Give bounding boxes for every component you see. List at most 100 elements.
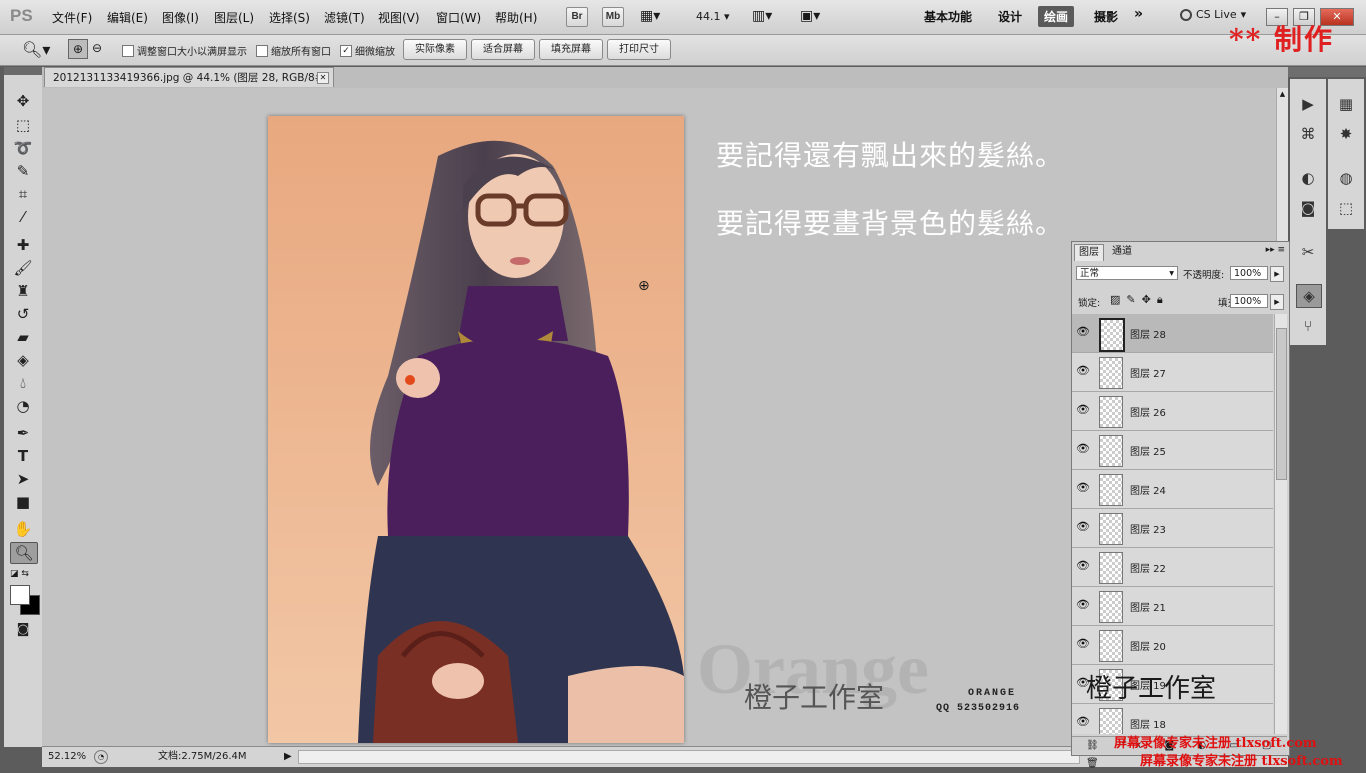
zoom-in-icon[interactable]: ⊕ (68, 39, 88, 59)
eye-icon[interactable]: 👁︎ (1076, 598, 1090, 612)
layer-row[interactable]: 👁︎ 图层 25 (1072, 431, 1273, 470)
brush-panel-icon[interactable]: ✸ (1334, 123, 1358, 145)
scrubby-zoom-checkbox[interactable]: ✓ 细微缩放 (340, 43, 395, 58)
fill-screen-button[interactable]: 填充屏幕 (539, 39, 603, 60)
menu-edit[interactable]: 编辑(E) (107, 9, 148, 26)
transform-icon[interactable]: ⬚ (1334, 197, 1358, 219)
fill-input[interactable]: 100% (1230, 294, 1268, 308)
zoom-tool-preset-icon[interactable]: 🔍︎▾ (22, 40, 50, 59)
view-extras-icon[interactable]: ▦▾ (640, 8, 660, 24)
menu-window[interactable]: 窗口(W) (436, 9, 481, 26)
status-zoom[interactable]: 52.12% (48, 748, 86, 766)
layer-row[interactable]: 👁︎ 图层 26 (1072, 392, 1273, 431)
lasso-tool-icon[interactable]: ➰ (10, 138, 36, 158)
layers-panel-icon[interactable]: ◈ (1296, 284, 1322, 308)
layer-row[interactable]: 👁︎ 图层 21 (1072, 587, 1273, 626)
zoom-tool-icon[interactable]: 🔍︎ (10, 542, 38, 564)
swatches-panel-icon[interactable]: ▦ (1334, 93, 1358, 115)
layer-row[interactable]: 👁︎ 图层 22 (1072, 548, 1273, 587)
masks-panel-icon[interactable]: ◙ (1296, 197, 1320, 219)
horizontal-scrollbar[interactable] (298, 750, 1080, 764)
eye-icon[interactable]: 👁︎ (1076, 637, 1090, 651)
zoom-level-dropdown[interactable]: 44.1 ▾ (696, 10, 730, 23)
layers-scrollbar[interactable] (1274, 314, 1287, 734)
quick-mask-icon[interactable]: ◙ (10, 620, 36, 640)
type-tool-icon[interactable]: T (10, 446, 36, 466)
eyedropper-tool-icon[interactable]: ⁄ (10, 207, 36, 227)
opacity-arrow-icon[interactable]: ▶ (1270, 266, 1284, 282)
status-menu-arrow-icon[interactable]: ▶ (284, 748, 292, 766)
quick-selection-tool-icon[interactable]: ✎ (10, 161, 36, 181)
eye-icon[interactable]: 👁︎ (1076, 403, 1090, 417)
dock-header[interactable] (1288, 67, 1366, 77)
eye-icon[interactable]: 👁︎ (1076, 325, 1090, 339)
move-tool-icon[interactable]: ✥ (10, 91, 36, 111)
clone-stamp-tool-icon[interactable]: ♜ (10, 281, 36, 301)
blend-mode-dropdown[interactable]: 正常 ▾ (1076, 266, 1178, 280)
more-workspaces-icon[interactable]: » (1134, 6, 1143, 22)
marquee-tool-icon[interactable]: ⬚ (10, 115, 36, 135)
opacity-input[interactable]: 100% (1230, 266, 1268, 280)
layer-row[interactable]: 👁︎ 图层 27 (1072, 353, 1273, 392)
menu-help[interactable]: 帮助(H) (495, 9, 537, 26)
blur-tool-icon[interactable]: 💧︎ (10, 373, 36, 393)
paint-bucket-tool-icon[interactable]: ◈ (10, 350, 36, 370)
mini-bridge-button[interactable]: Mb (602, 7, 624, 27)
fit-screen-button[interactable]: 适合屏幕 (471, 39, 535, 60)
eraser-tool-icon[interactable]: ▰ (10, 327, 36, 347)
layer-row[interactable]: 👁︎ 图层 23 (1072, 509, 1273, 548)
print-size-button[interactable]: 打印尺寸 (607, 39, 671, 60)
screen-mode-icon[interactable]: ▣▾ (800, 8, 820, 24)
menu-select[interactable]: 选择(S) (269, 9, 310, 26)
layer-row[interactable]: 👁︎ 图层 18 (1072, 704, 1273, 734)
tools-panel-header[interactable] (4, 67, 42, 75)
default-colors-icon[interactable]: ◪ ⇆ (10, 569, 29, 579)
menu-file[interactable]: 文件(F) (52, 9, 92, 26)
arrange-documents-icon[interactable]: ▥▾ (752, 8, 772, 24)
menu-filter[interactable]: 滤镜(T) (324, 9, 365, 26)
shape-tool-icon[interactable]: ■ (10, 492, 36, 512)
actions-panel-icon[interactable]: ▶ (1296, 93, 1320, 115)
layer-row[interactable]: 👁︎ 图层 20 (1072, 626, 1273, 665)
resize-windows-checkbox[interactable]: 调整窗口大小以满屏显示 (122, 43, 247, 58)
paths-panel-icon[interactable]: ⑂ (1296, 315, 1320, 337)
zoom-all-windows-checkbox[interactable]: 缩放所有窗口 (256, 43, 331, 58)
scroll-up-icon[interactable]: ▲ (1278, 90, 1287, 100)
workspace-photography[interactable]: 摄影 (1094, 8, 1118, 25)
healing-brush-tool-icon[interactable]: ✚ (10, 235, 36, 255)
dodge-tool-icon[interactable]: ◔ (10, 396, 36, 416)
menu-image[interactable]: 图像(I) (162, 9, 199, 26)
document-tab[interactable]: 2012131133419366.jpg @ 44.1% (图层 28, RGB… (44, 67, 334, 104)
tab-channels[interactable]: 通道 (1108, 244, 1136, 260)
workspace-design[interactable]: 设计 (998, 8, 1022, 25)
panel-menu-icon[interactable]: ▸▸ ≡ (1266, 245, 1285, 255)
menu-view[interactable]: 视图(V) (378, 9, 420, 26)
adjustments-panel-icon[interactable]: ◐ (1296, 167, 1320, 189)
brush-tool-icon[interactable]: 🖌︎ (10, 258, 36, 278)
eye-icon[interactable]: 👁︎ (1076, 520, 1090, 534)
history-brush-tool-icon[interactable]: ↺ (10, 304, 36, 324)
tools-presets-icon[interactable]: ✂ (1296, 241, 1320, 263)
close-document-icon[interactable]: ✕ (317, 72, 329, 84)
workspace-essentials[interactable]: 基本功能 (924, 8, 972, 25)
history-panel-icon[interactable]: ⌘ (1296, 123, 1320, 145)
path-selection-tool-icon[interactable]: ➤ (10, 469, 36, 489)
layer-row[interactable]: 👁︎ 图层 28 (1072, 314, 1273, 353)
fill-arrow-icon[interactable]: ▶ (1270, 294, 1284, 310)
eye-icon[interactable]: 👁︎ (1076, 715, 1090, 729)
layer-row[interactable]: 👁︎ 图层 24 (1072, 470, 1273, 509)
eye-icon[interactable]: 👁︎ (1076, 364, 1090, 378)
color-panel-icon[interactable]: ◍ (1334, 167, 1358, 189)
eye-icon[interactable]: 👁︎ (1076, 559, 1090, 573)
bridge-button[interactable]: Br (566, 7, 588, 27)
eye-icon[interactable]: 👁︎ (1076, 481, 1090, 495)
eye-icon[interactable]: 👁︎ (1076, 442, 1090, 456)
status-info-icon[interactable]: ◔ (94, 750, 108, 764)
hand-tool-icon[interactable]: ✋ (10, 519, 36, 539)
actual-pixels-button[interactable]: 实际像素 (403, 39, 467, 60)
crop-tool-icon[interactable]: ⌗ (10, 184, 36, 204)
foreground-color-swatch[interactable] (10, 585, 30, 605)
pen-tool-icon[interactable]: ✒ (10, 423, 36, 443)
lock-icons[interactable]: ▨✎✥🔒︎ (1110, 293, 1169, 307)
workspace-painting[interactable]: 绘画 (1038, 6, 1075, 27)
